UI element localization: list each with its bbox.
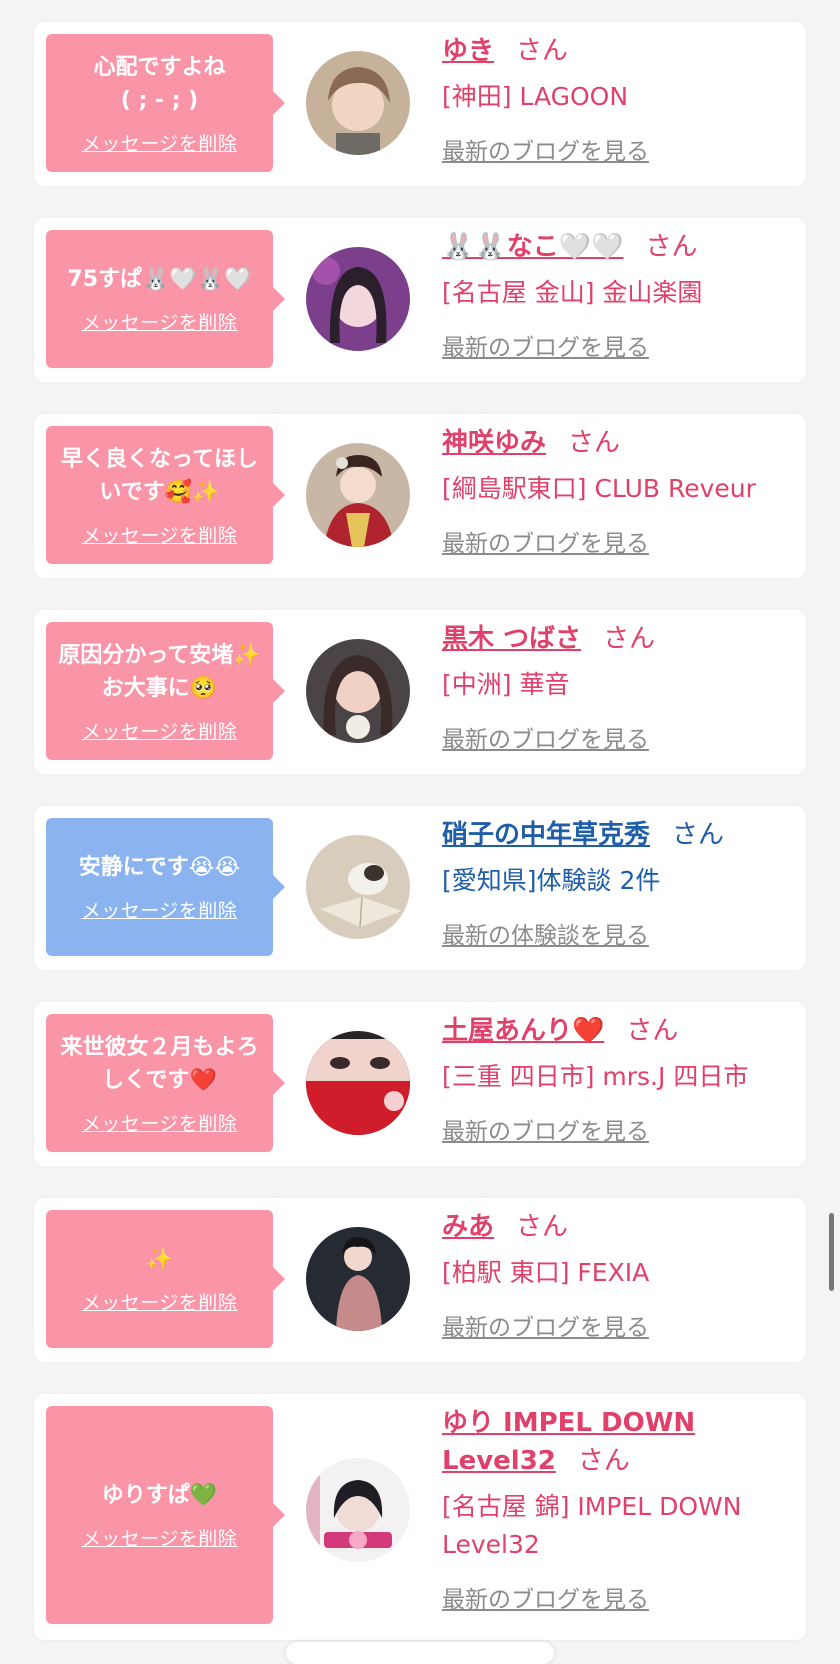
delete-message-link[interactable]: メッセージを削除 xyxy=(82,896,238,923)
message-text: 来世彼女２月もよろしくです❤️ xyxy=(60,1034,259,1093)
honorific: さん xyxy=(645,232,698,262)
latest-blog-link[interactable]: 最新のブログを見る xyxy=(442,524,649,558)
user-name-link[interactable]: 🐰🐰なこ🤍🤍 xyxy=(442,232,624,262)
latest-blog-link[interactable]: 最新のブログを見る xyxy=(442,1112,649,1146)
shop-location: [名古屋 金山] 金山楽園 xyxy=(442,278,703,307)
shop-location: [名古屋 錦] IMPEL DOWN Level32 xyxy=(442,1492,742,1559)
avatar[interactable] xyxy=(306,1031,410,1135)
delete-message-link[interactable]: メッセージを削除 xyxy=(82,521,238,548)
message-bubble: 早く良くなってほしいです🥰✨ メッセージを削除 xyxy=(46,426,285,564)
honorific: さん xyxy=(577,1446,630,1476)
latest-blog-link[interactable]: 最新のブログを見る xyxy=(442,328,649,362)
latest-review-link[interactable]: 最新の体験談を見る xyxy=(442,916,649,950)
shop-location: [中洲] 華音 xyxy=(442,670,570,699)
avatar[interactable] xyxy=(306,1458,410,1562)
message-bubble: 安静にです😭😭 メッセージを削除 xyxy=(46,818,285,956)
message-card: 75すぱ🐰🤍🐰🤍 メッセージを削除 🐰🐰なこ🤍🤍 さん [名古屋 金山] 金山楽園… xyxy=(34,218,806,382)
message-bubble: 75すぱ🐰🤍🐰🤍 メッセージを削除 xyxy=(46,230,285,368)
message-text: 心配ですよね ( ; - ; ) xyxy=(93,54,226,113)
avatar[interactable] xyxy=(306,247,410,351)
honorific: さん xyxy=(603,624,656,654)
avatar[interactable] xyxy=(306,51,410,155)
honorific: さん xyxy=(626,1016,679,1046)
message-card: ゆりすぱ💚 メッセージを削除 ゆり IMPEL DOWN Level32 さん [… xyxy=(34,1394,806,1640)
shop-location: [神田] LAGOON xyxy=(442,82,629,111)
message-bubble: ✨ メッセージを削除 xyxy=(46,1210,285,1348)
message-card: 来世彼女２月もよろしくです❤️ メッセージを削除 土屋あんり❤️ さん [三重 四… xyxy=(34,1002,806,1166)
user-name-link[interactable]: 神咲ゆみ xyxy=(442,428,546,458)
user-name-link[interactable]: 黒木 つばさ xyxy=(442,624,581,654)
message-text: 原因分かって安堵✨お大事に🥺 xyxy=(58,642,261,701)
latest-blog-link[interactable]: 最新のブログを見る xyxy=(442,1580,649,1614)
delete-message-link[interactable]: メッセージを削除 xyxy=(82,717,238,744)
honorific: さん xyxy=(516,1212,569,1242)
delete-message-link[interactable]: メッセージを削除 xyxy=(82,129,238,156)
message-bubble: 来世彼女２月もよろしくです❤️ メッセージを削除 xyxy=(46,1014,285,1152)
user-name-link[interactable]: ゆり IMPEL DOWN Level32 xyxy=(442,1408,695,1476)
message-card: 心配ですよね ( ; - ; ) メッセージを削除 ゆき さん [神田] LAGO… xyxy=(34,22,806,186)
latest-blog-link[interactable]: 最新のブログを見る xyxy=(442,720,649,754)
delete-message-link[interactable]: メッセージを削除 xyxy=(82,1288,238,1315)
avatar[interactable] xyxy=(306,639,410,743)
message-text: 75すぱ🐰🤍🐰🤍 xyxy=(67,267,252,292)
message-text: 安静にです😭😭 xyxy=(78,855,241,880)
latest-blog-link[interactable]: 最新のブログを見る xyxy=(442,1308,649,1342)
message-card: 原因分かって安堵✨お大事に🥺 メッセージを削除 黒木 つばさ さん [中洲] 華音… xyxy=(34,610,806,774)
delete-message-link[interactable]: メッセージを削除 xyxy=(82,308,238,335)
honorific: さん xyxy=(516,36,569,66)
message-card: 早く良くなってほしいです🥰✨ メッセージを削除 神咲ゆみ さん [綱島駅東口] C… xyxy=(34,414,806,578)
reviewer-info: [愛知県]体験談 2件 xyxy=(442,866,661,895)
avatar[interactable] xyxy=(306,443,410,547)
scrollbar-thumb[interactable] xyxy=(829,1213,834,1291)
shop-location: [綱島駅東口] CLUB Reveur xyxy=(442,474,756,503)
delete-message-link[interactable]: メッセージを削除 xyxy=(82,1524,238,1551)
user-name-link[interactable]: みあ xyxy=(442,1212,494,1242)
honorific: さん xyxy=(568,428,621,458)
message-text: 早く良くなってほしいです🥰✨ xyxy=(61,446,258,505)
honorific: さん xyxy=(672,820,725,850)
shop-location: [柏駅 東口] FEXIA xyxy=(442,1258,650,1287)
latest-blog-link[interactable]: 最新のブログを見る xyxy=(442,132,649,166)
avatar[interactable] xyxy=(306,835,410,939)
message-card: 安静にです😭😭 メッセージを削除 硝子の中年草克秀 さん [愛知県]体験談 2件 … xyxy=(34,806,806,970)
message-text: ゆりすぱ💚 xyxy=(101,1483,218,1508)
message-card: ✨ メッセージを削除 みあ さん [柏駅 東口] FEXIA 最新のブログを見る xyxy=(34,1198,806,1362)
message-text: ✨ xyxy=(145,1247,174,1272)
avatar[interactable] xyxy=(306,1227,410,1331)
delete-message-link[interactable]: メッセージを削除 xyxy=(82,1109,238,1136)
user-name-link[interactable]: 硝子の中年草克秀 xyxy=(442,820,650,850)
message-bubble: 原因分かって安堵✨お大事に🥺 メッセージを削除 xyxy=(46,622,285,760)
user-name-link[interactable]: 土屋あんり❤️ xyxy=(442,1016,604,1046)
message-bubble: ゆりすぱ💚 メッセージを削除 xyxy=(46,1406,285,1624)
shop-location: [三重 四日市] mrs.J 四日市 xyxy=(442,1062,749,1091)
user-name-link[interactable]: ゆき xyxy=(442,36,494,66)
message-bubble: 心配ですよね ( ; - ; ) メッセージを削除 xyxy=(46,34,285,172)
bottom-sheet-handle[interactable] xyxy=(286,1642,554,1664)
